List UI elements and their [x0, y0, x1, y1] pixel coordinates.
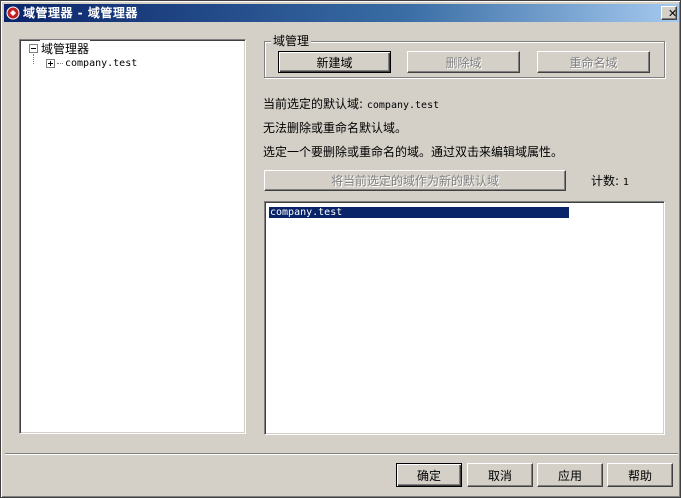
dialog-window: 域管理器 - 域管理器 ✕ 域管理器 company.test 域管理 新建域 … [0, 0, 681, 498]
count-row: 计数: 1 [591, 174, 629, 190]
collapse-icon[interactable] [29, 43, 38, 53]
new-domain-button[interactable]: 新建域 [278, 51, 391, 73]
tree-item-label: company.test [65, 57, 138, 69]
delete-domain-button[interactable]: 删除域 [407, 51, 520, 73]
rename-domain-button[interactable]: 重命名域 [537, 51, 650, 73]
count-label: 计数: [591, 174, 620, 188]
window-title: 域管理器 - 域管理器 [23, 6, 138, 20]
help-button[interactable]: 帮助 [607, 463, 673, 487]
tree-root[interactable]: 域管理器 [29, 39, 91, 57]
group-legend: 域管理 [271, 34, 312, 48]
set-default-button[interactable]: 将当前选定的域作为新的默认域 [264, 170, 566, 191]
cancel-button[interactable]: 取消 [467, 463, 533, 487]
instruction-text: 选定一个要删除或重命名的域。通过双击来编辑域属性。 [263, 145, 564, 159]
apply-button[interactable]: 应用 [537, 463, 603, 487]
list-item[interactable]: company.test [269, 207, 569, 218]
expand-icon[interactable] [46, 58, 55, 68]
tree-dots [57, 62, 63, 64]
close-button[interactable]: ✕ [661, 6, 677, 20]
domain-list[interactable]: company.test [264, 201, 665, 435]
separator [5, 453, 678, 455]
cannot-modify-text: 无法删除或重命名默认域。 [263, 121, 408, 135]
tree-connector [33, 54, 34, 64]
app-icon [6, 6, 20, 20]
current-default-label: 当前选定的默认域: [263, 97, 364, 111]
domain-tree[interactable] [19, 39, 246, 434]
ok-button[interactable]: 确定 [396, 463, 462, 487]
title-bar[interactable]: 域管理器 - 域管理器 ✕ [4, 4, 679, 22]
tree-root-label: 域管理器 [40, 39, 91, 57]
current-default-row: 当前选定的默认域: company.test [263, 97, 439, 113]
count-value: 1 [622, 177, 629, 188]
tree-item[interactable]: company.test [46, 56, 137, 70]
current-default-value: company.test [366, 100, 440, 111]
